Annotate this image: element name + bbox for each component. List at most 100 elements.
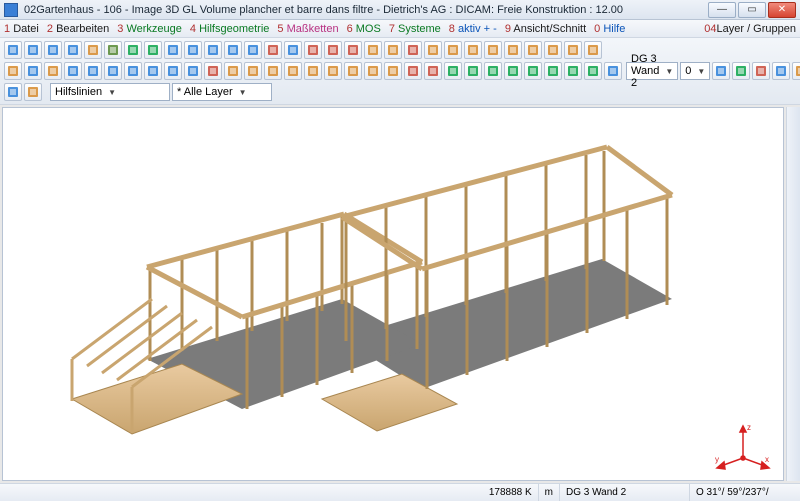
tb1-btn-9[interactable] (184, 41, 202, 59)
tb2r-btn-0[interactable] (712, 62, 730, 80)
tb2l-btn-24[interactable] (484, 62, 502, 80)
tb1-btn-11[interactable] (224, 41, 242, 59)
tb1-btn-21[interactable] (424, 41, 442, 59)
combo-hilfslinien[interactable]: Hilfslinien▼ (50, 83, 170, 101)
tb2l-btn-0[interactable] (4, 62, 22, 80)
combo-layer-select[interactable]: DG 3 Wand 2▼ (626, 62, 678, 80)
tb1-btn-23[interactable] (464, 41, 482, 59)
tb1-btn-20[interactable] (404, 41, 422, 59)
tb2l-btn-5[interactable] (104, 62, 122, 80)
menu-systeme[interactable]: 7 Systeme (389, 23, 441, 35)
menu-ansicht/schnitt[interactable]: 9 Ansicht/Schnitt (505, 23, 586, 35)
status-memory: 178888 K (483, 484, 539, 501)
tb1-btn-18[interactable] (364, 41, 382, 59)
tb1-btn-24[interactable] (484, 41, 502, 59)
tb2l-btn-26[interactable] (524, 62, 542, 80)
tb2l-btn-1[interactable] (24, 62, 42, 80)
tb2l-btn-18[interactable] (364, 62, 382, 80)
tb1-btn-16[interactable] (324, 41, 342, 59)
tb2l-btn-27[interactable] (544, 62, 562, 80)
toolbar-row-3: Hilfslinien▼ * Alle Layer▼ (4, 83, 796, 101)
tb2l-btn-7[interactable] (144, 62, 162, 80)
tb2l-btn-23[interactable] (464, 62, 482, 80)
combo-value-select[interactable]: 0▼ (680, 62, 710, 80)
tb2r-btn-3[interactable] (772, 62, 790, 80)
tb2l-btn-20[interactable] (404, 62, 422, 80)
tb1-btn-14[interactable] (284, 41, 302, 59)
tb2r-btn-4[interactable] (792, 62, 800, 80)
tb2l-btn-21[interactable] (424, 62, 442, 80)
tb1-btn-5[interactable] (104, 41, 122, 59)
tb3-btn-0[interactable] (4, 83, 22, 101)
tb1-btn-25[interactable] (504, 41, 522, 59)
tb2l-btn-13[interactable] (264, 62, 282, 80)
tb2l-btn-10[interactable] (204, 62, 222, 80)
tb1-btn-27[interactable] (544, 41, 562, 59)
tb2r-btn-2[interactable] (752, 62, 770, 80)
tb2l-btn-3[interactable] (64, 62, 82, 80)
tb1-btn-2[interactable] (44, 41, 62, 59)
tb2l-btn-8[interactable] (164, 62, 182, 80)
tb2l-btn-22[interactable] (444, 62, 462, 80)
tb3-btn-1[interactable] (24, 83, 42, 101)
menu-layer-gruppen[interactable]: 04Layer / Gruppen (704, 23, 796, 35)
tb2l-btn-11[interactable] (224, 62, 242, 80)
menu-maßketten[interactable]: 5 Maßketten (277, 23, 338, 35)
menu-werkzeuge[interactable]: 3 Werkzeuge (117, 23, 182, 35)
close-button[interactable]: ✕ (768, 2, 796, 18)
tb2l-btn-15[interactable] (304, 62, 322, 80)
tb2l-btn-16[interactable] (324, 62, 342, 80)
right-sidebar[interactable] (786, 107, 800, 481)
app-icon (4, 3, 18, 17)
axis-z-label: z (747, 423, 751, 432)
tb1-btn-22[interactable] (444, 41, 462, 59)
tb2r-btn-1[interactable] (732, 62, 750, 80)
tb2l-btn-14[interactable] (284, 62, 302, 80)
tb1-btn-12[interactable] (244, 41, 262, 59)
tb1-btn-10[interactable] (204, 41, 222, 59)
tb1-btn-7[interactable] (144, 41, 162, 59)
tb2l-btn-12[interactable] (244, 62, 262, 80)
status-orientation: O 31°/ 59°/237°/ (690, 484, 800, 501)
combo-all-layer[interactable]: * Alle Layer▼ (172, 83, 272, 101)
menu-aktiv + -[interactable]: 8 aktiv + - (449, 23, 497, 35)
menu-hilfsgeometrie[interactable]: 4 Hilfsgeometrie (190, 23, 270, 35)
tb1-btn-6[interactable] (124, 41, 142, 59)
maximize-button[interactable]: ▭ (738, 2, 766, 18)
tb1-btn-13[interactable] (264, 41, 282, 59)
tb1-btn-0[interactable] (4, 41, 22, 59)
tb1-btn-28[interactable] (564, 41, 582, 59)
tb2l-btn-9[interactable] (184, 62, 202, 80)
tb1-btn-3[interactable] (64, 41, 82, 59)
status-unit: m (539, 484, 560, 501)
tb1-btn-4[interactable] (84, 41, 102, 59)
tb2l-btn-4[interactable] (84, 62, 102, 80)
combo-hilfslinien-value: Hilfslinien (55, 86, 102, 98)
tb1-btn-8[interactable] (164, 41, 182, 59)
menu-bar: 1 Datei 2 Bearbeiten 3 Werkzeuge 4 Hilfsgeo… (0, 20, 800, 38)
tb2l-btn-19[interactable] (384, 62, 402, 80)
tb2l-btn-2[interactable] (44, 62, 62, 80)
tb1-btn-17[interactable] (344, 41, 362, 59)
menu-bearbeiten[interactable]: 2 Bearbeiten (47, 23, 109, 35)
menu-datei[interactable]: 1 Datei (4, 23, 39, 35)
tb1-btn-26[interactable] (524, 41, 542, 59)
tb2l-btn-6[interactable] (124, 62, 142, 80)
tb1-btn-1[interactable] (24, 41, 42, 59)
tb1-btn-15[interactable] (304, 41, 322, 59)
tb2l-btn-25[interactable] (504, 62, 522, 80)
menu-hilfe[interactable]: 0 Hilfe (594, 23, 625, 35)
tb1-btn-29[interactable] (584, 41, 602, 59)
viewport-3d[interactable]: z y x (2, 107, 784, 481)
minimize-button[interactable]: — (708, 2, 736, 18)
tb2l-btn-29[interactable] (584, 62, 602, 80)
tb2l-btn-30[interactable] (604, 62, 622, 80)
tb1-btn-19[interactable] (384, 41, 402, 59)
model-3d (42, 129, 682, 459)
axis-gizmo[interactable]: z y x (713, 420, 773, 470)
tb2l-btn-17[interactable] (344, 62, 362, 80)
toolbar-row-1 (4, 41, 796, 59)
tb2l-btn-28[interactable] (564, 62, 582, 80)
menu-mos[interactable]: 6 MOS (347, 23, 381, 35)
toolbar-area: DG 3 Wand 2▼ 0▼ Hilfslinien▼ * Alle Laye… (0, 38, 800, 105)
